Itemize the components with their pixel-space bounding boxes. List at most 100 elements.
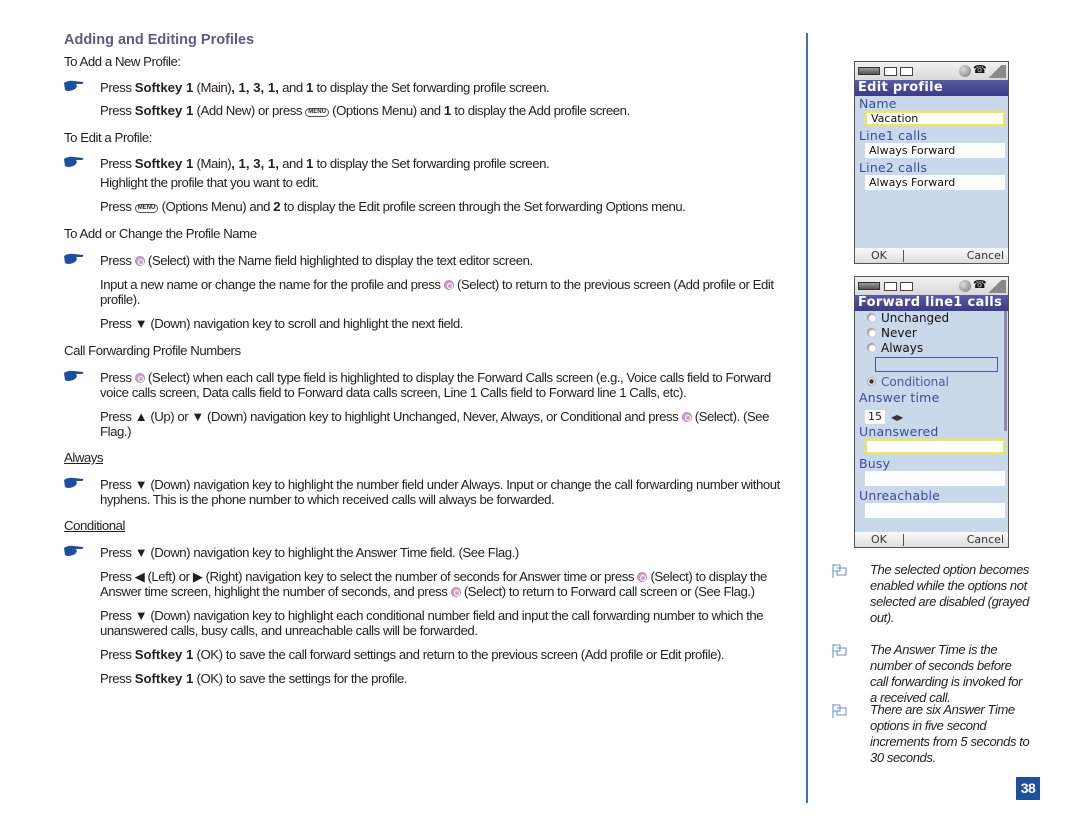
option-label: Unchanged [881,311,950,325]
answer-time-label: Answer time [859,390,940,405]
select-key-icon [134,373,145,383]
scrollbar[interactable] [1004,311,1007,431]
select-key-icon [637,572,648,582]
softkey-label: Softkey 1 [134,647,194,662]
column-divider [806,33,808,803]
text: (Down) navigation key to highlight the n… [100,477,780,507]
softkey-label: Softkey 1 [134,103,194,118]
pointing-hand-icon [64,156,84,167]
cancel-softkey[interactable]: Cancel [967,248,1004,263]
softkey-label: Softkey 1 [134,156,194,171]
pointing-hand-icon [64,80,84,91]
text: to display the Set forwarding profile sc… [313,156,550,171]
text: to display the Edit profile screen throu… [280,199,686,214]
text: (Main) [193,156,232,171]
step-edit-3: Press MENU (Options Menu) and 2 to displ… [64,199,802,214]
signal-strength-icon [984,65,1006,78]
text: Press [100,545,135,560]
radio-icon [867,343,876,352]
down-arrow-icon: ▼ [134,477,148,492]
answer-time-spinner[interactable]: 15 [865,410,885,424]
key-sequence: , 1, 3, 1, [231,156,279,171]
down-arrow-icon: ▼ [134,608,148,623]
busy-label: Busy [859,456,891,471]
globe-icon [959,65,971,77]
line1-calls-label: Line1 calls [859,128,928,143]
text: (Down) navigation key to highlight Uncha… [203,409,682,424]
unanswered-field[interactable] [865,439,1005,454]
text: (Down) navigation key to scroll and high… [147,316,464,331]
cancel-softkey[interactable]: Cancel [967,532,1004,547]
down-arrow-icon: ▼ [191,409,204,424]
radio-icon [867,313,876,322]
text: (Options Menu) and [158,199,274,214]
message-icon [884,67,897,76]
subheading-add-profile: To Add a New Profile: [64,54,181,69]
step-conditional-3: Press ▼ (Down) navigation key to highlig… [64,608,802,638]
pointing-hand-icon [64,370,84,381]
menu-key-icon: MENU [134,204,159,213]
text: and [278,156,306,171]
flag-icon [832,704,847,718]
text: Press [100,80,135,95]
text: to display the Set forwarding profile sc… [313,80,550,95]
text: Press [100,316,135,331]
right-arrow-icon: ▶ [192,569,203,584]
subheading-forwarding-numbers: Call Forwarding Profile Numbers [64,343,241,358]
option-unchanged[interactable]: Unchanged [855,311,1008,326]
ok-softkey[interactable]: OK [871,248,887,263]
option-never[interactable]: Never [855,326,1008,341]
step-add-2: Press Softkey 1 (Add New) or press MENU … [64,103,802,118]
text: Press [100,370,135,385]
down-arrow-icon: ▼ [134,545,148,560]
line2-calls-field[interactable]: Always Forward [865,175,1005,190]
option-label: Conditional [881,375,949,389]
radio-icon [867,328,876,337]
text: (Options Menu) and [328,103,444,118]
step-name-2: Input a new name or change the name for … [64,277,802,307]
softkey-separator [903,534,904,546]
option-conditional[interactable]: Conditional [855,375,1008,390]
flag-text: The Answer Time is the number of seconds… [870,642,1023,705]
calendar-icon [900,282,913,291]
text: Press [100,103,135,118]
text: Press [100,608,135,623]
step-conditional-5: Press Softkey 1 (OK) to save the setting… [64,671,802,686]
battery-icon [858,67,880,75]
text: (Select) when each call type field is hi… [100,370,771,400]
step-conditional-4: Press Softkey 1 (OK) to save the call fo… [64,647,802,662]
text: Press [100,647,135,662]
screenshot-forward-line1-calls: ☎ Forward line1 calls Unchanged Never Al… [854,276,1009,548]
unanswered-label: Unanswered [859,424,939,439]
calendar-icon [900,67,913,76]
name-field[interactable]: Vacation [865,111,1005,126]
select-key-icon [450,587,461,597]
step-conditional-2: Press ◀ (Left) or ▶ (Right) navigation k… [64,569,802,599]
name-label: Name [859,96,897,111]
softkey-bar: OK Cancel [855,248,1008,263]
line2-calls-label: Line2 calls [859,160,928,175]
ok-softkey[interactable]: OK [871,532,887,547]
text: Press [100,409,135,424]
flag-text: The selected option becomes enabled whil… [870,562,1030,625]
always-number-field[interactable] [875,357,998,372]
flag-icon [832,564,847,578]
busy-field[interactable] [865,471,1005,486]
pointing-hand-icon [64,253,84,264]
subheading-profile-name: To Add or Change the Profile Name [64,226,257,241]
left-right-arrows-icon: ◀▶ [891,413,904,422]
step-conditional-1: Press ▼ (Down) navigation key to highlig… [64,545,802,560]
flag-text: There are six Answer Time options in fiv… [870,702,1030,765]
select-key-icon [681,412,692,422]
up-arrow-icon: ▲ [134,409,148,424]
step-name-1: Press (Select) with the Name field highl… [64,253,802,268]
unreachable-field[interactable] [865,503,1005,518]
status-bar: ☎ [855,62,1008,80]
line1-calls-field[interactable]: Always Forward [865,143,1005,158]
battery-icon [858,282,880,290]
text: (Left) or [144,569,193,584]
select-key-icon [443,280,454,290]
flag-note: The Answer Time is the number of seconds… [832,642,1032,706]
softkey-bar: OK Cancel [855,532,1008,547]
option-always[interactable]: Always [855,341,1008,356]
